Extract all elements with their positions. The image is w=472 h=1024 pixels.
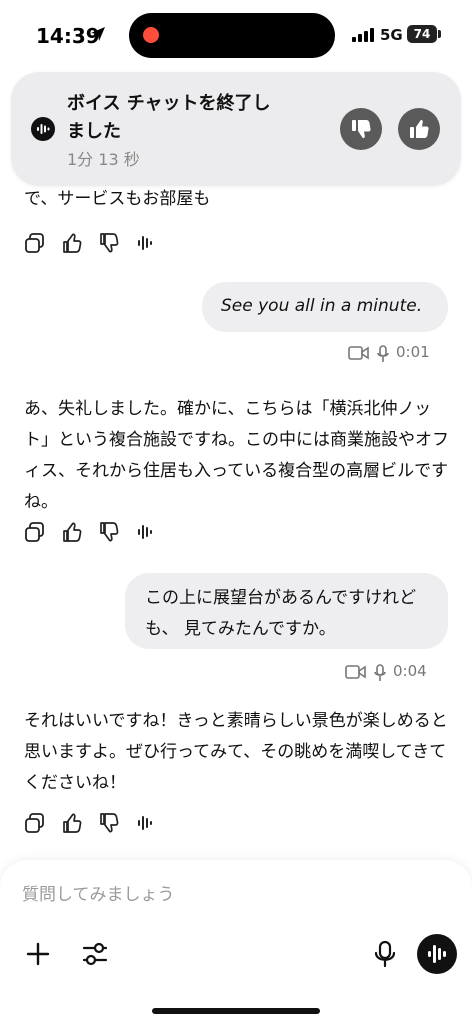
message-actions xyxy=(24,812,164,836)
recording-indicator-icon xyxy=(143,27,159,43)
video-icon xyxy=(345,665,366,679)
thumbs-down-button[interactable] xyxy=(340,108,382,150)
cellular-signal-icon xyxy=(352,28,374,42)
waveform-icon xyxy=(31,117,55,141)
sliders-icon xyxy=(82,942,108,966)
voice-read-icon[interactable] xyxy=(135,812,157,834)
voice-message-meta: 0:01 xyxy=(348,343,448,363)
message-actions xyxy=(24,521,164,545)
thumbs-down-icon[interactable] xyxy=(98,812,120,834)
voice-read-icon[interactable] xyxy=(135,232,157,254)
location-arrow-icon xyxy=(91,27,105,41)
user-message-text: この上に展望台があるんですけれども、 見てみたんですか。 xyxy=(145,588,417,639)
thumbs-up-button[interactable] xyxy=(398,108,440,150)
message-duration: 0:01 xyxy=(396,343,430,361)
assistant-message: で、サービスもお部屋も xyxy=(24,189,211,209)
user-message-bubble: この上に展望台があるんですけれども、 見てみたんですか。 xyxy=(125,573,448,649)
user-message-bubble: See you all in a minute. xyxy=(202,282,448,332)
tools-button[interactable] xyxy=(78,937,112,971)
banner-title: ボイス チャットを終了しました xyxy=(67,93,271,142)
copy-icon[interactable] xyxy=(24,812,46,834)
video-icon xyxy=(348,346,369,360)
home-indicator[interactable] xyxy=(152,1008,320,1014)
dynamic-island xyxy=(129,13,335,58)
mic-icon xyxy=(374,664,386,681)
copy-icon[interactable] xyxy=(24,521,46,543)
status-bar: 14:39 5G 74 xyxy=(0,0,472,70)
assistant-message: あ、失礼しました。確かに、こちらは「横浜北仲ノット」という複合施設ですね。この中… xyxy=(24,399,449,512)
message-actions xyxy=(24,232,164,256)
battery-icon: 74 xyxy=(407,25,437,43)
plus-icon xyxy=(26,942,50,966)
user-message-text: See you all in a minute. xyxy=(221,296,423,316)
thumbs-down-icon xyxy=(352,120,371,139)
mic-icon xyxy=(374,940,396,968)
dictation-button[interactable] xyxy=(368,937,402,971)
banner-duration: 1分 13 秒 xyxy=(67,150,140,169)
plus-button[interactable] xyxy=(21,937,55,971)
assistant-message: それはいいですね！きっと素晴らしい景色が楽しめると思いますよ。ぜひ行ってみて、そ… xyxy=(24,711,448,793)
voice-message-meta: 0:04 xyxy=(345,662,445,682)
voice-chat-ended-banner[interactable]: ボイス チャットを終了しました 1分 13 秒 xyxy=(11,72,461,186)
copy-icon[interactable] xyxy=(24,232,46,254)
mic-icon xyxy=(377,345,389,362)
voice-mode-button[interactable] xyxy=(417,934,457,974)
message-duration: 0:04 xyxy=(393,662,427,680)
network-type: 5G xyxy=(380,26,403,44)
message-composer xyxy=(0,860,472,1024)
thumbs-down-icon[interactable] xyxy=(98,232,120,254)
message-input[interactable] xyxy=(22,878,442,912)
voice-mode-icon xyxy=(428,945,446,963)
thumbs-down-icon[interactable] xyxy=(98,521,120,543)
voice-read-icon[interactable] xyxy=(135,521,157,543)
thumbs-up-icon[interactable] xyxy=(61,232,83,254)
thumbs-up-icon xyxy=(410,119,429,138)
thumbs-up-icon[interactable] xyxy=(61,812,83,834)
battery-cap xyxy=(438,30,441,38)
thumbs-up-icon[interactable] xyxy=(61,521,83,543)
